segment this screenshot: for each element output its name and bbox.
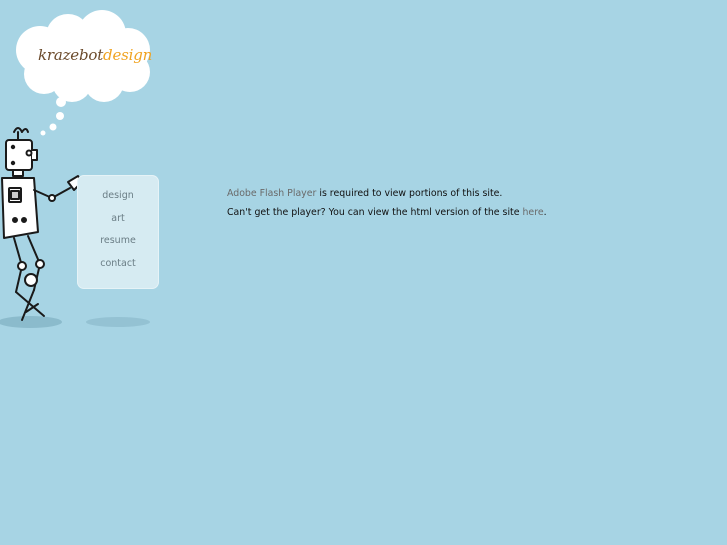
flash-required-line: Adobe Flash Player is required to view p…: [227, 184, 547, 203]
nav-item-contact[interactable]: contact: [77, 257, 159, 280]
page: krazebotdesign design art resume contact…: [0, 0, 727, 545]
nav-shadow: [86, 317, 150, 327]
nav-item-design[interactable]: design: [77, 189, 159, 212]
flash-required-text: is required to view portions of this sit…: [316, 188, 503, 199]
site-logo[interactable]: krazebotdesign: [38, 46, 152, 64]
html-version-text: Can't get the player? You can view the h…: [227, 207, 523, 218]
nav-item-resume[interactable]: resume: [77, 234, 159, 257]
nav-list: design art resume contact: [77, 189, 159, 280]
logo-accent: design: [103, 46, 153, 64]
html-version-end: .: [543, 207, 547, 218]
flash-message: Adobe Flash Player is required to view p…: [227, 184, 547, 222]
adobe-flash-player-link[interactable]: Adobe Flash Player: [227, 188, 316, 199]
nav-item-art[interactable]: art: [77, 212, 159, 235]
here-link[interactable]: here: [522, 207, 543, 218]
logo-brand: krazebot: [38, 46, 104, 64]
nav-panel: design art resume contact: [77, 175, 159, 289]
html-version-line: Can't get the player? You can view the h…: [227, 203, 547, 222]
